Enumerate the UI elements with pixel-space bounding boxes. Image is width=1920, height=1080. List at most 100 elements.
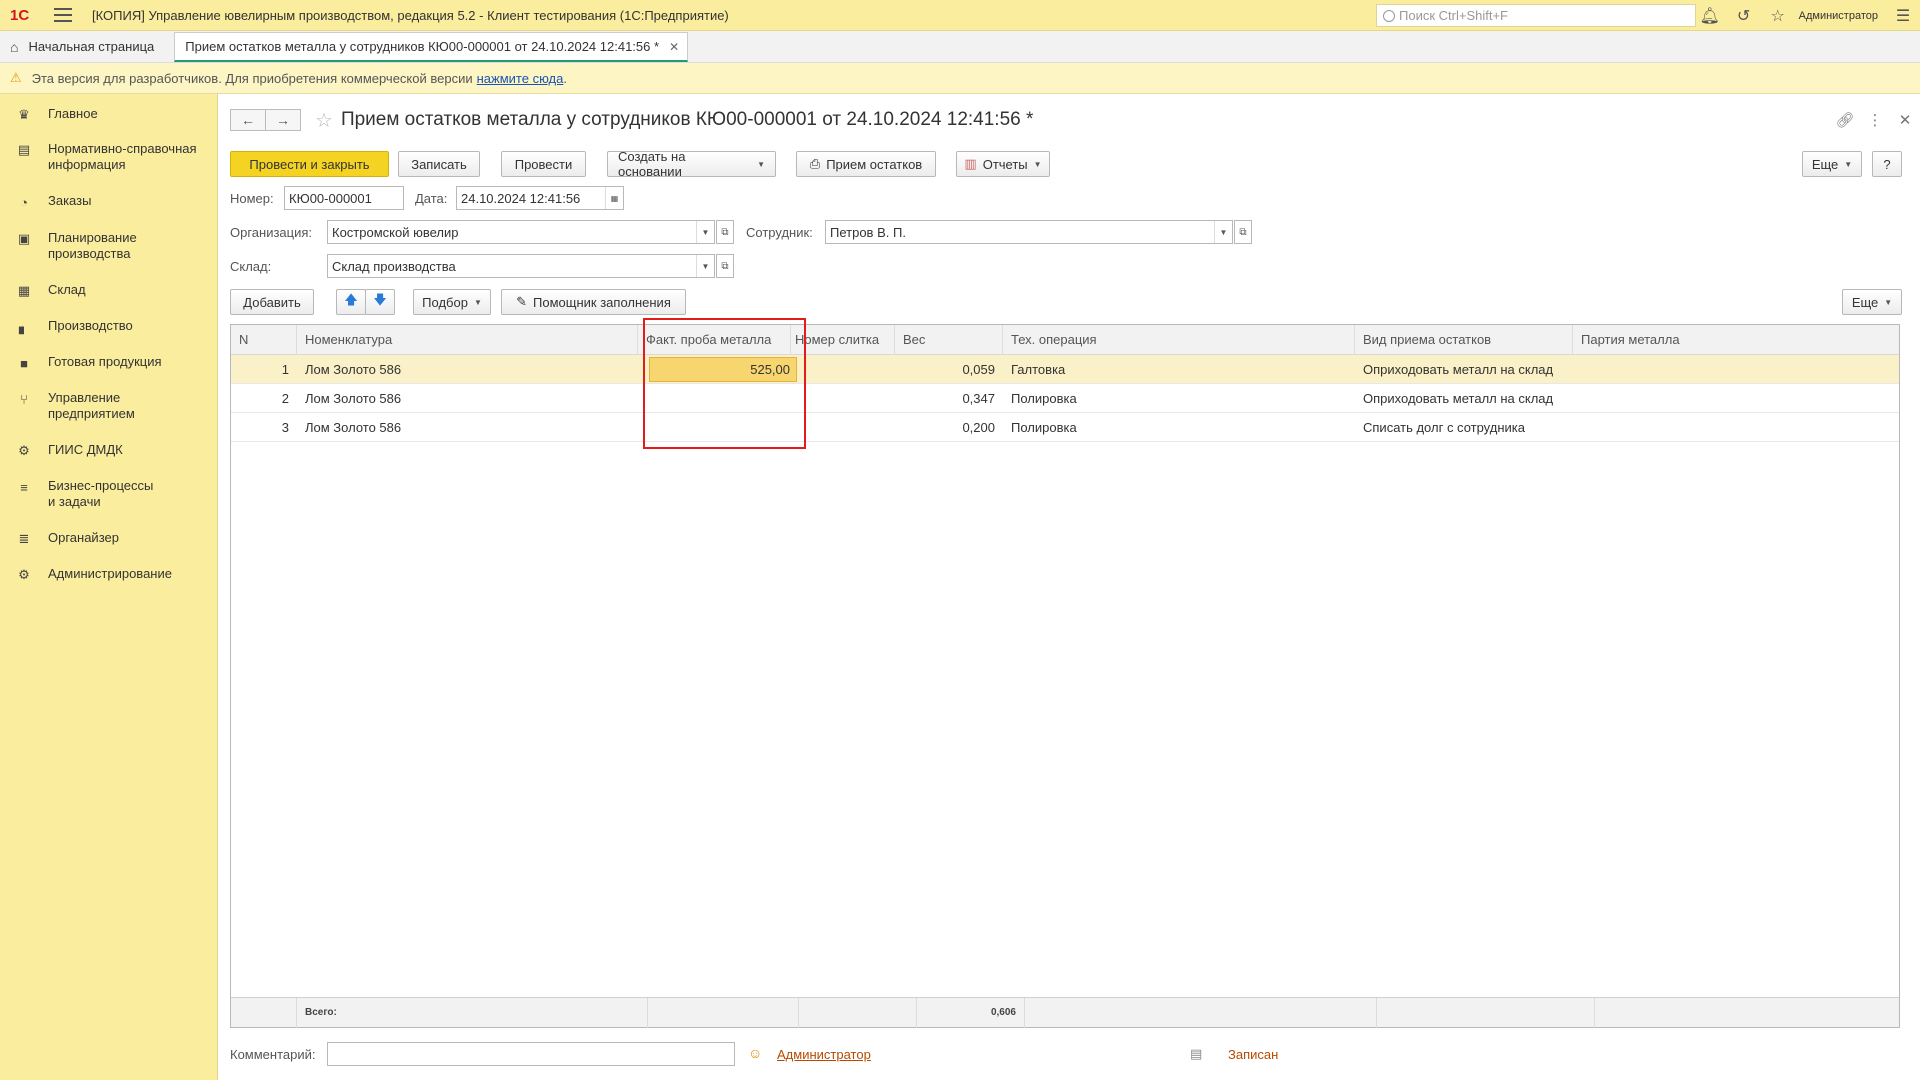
cell-item[interactable]: Лом Золото 586 bbox=[297, 413, 638, 442]
cell-kind[interactable]: Списать долг с сотрудника bbox=[1355, 413, 1573, 442]
cell-batch[interactable] bbox=[1573, 355, 1899, 384]
receipt-print-button[interactable]: ⎙ Прием остатков bbox=[796, 151, 936, 177]
cell-item[interactable]: Лом Золото 586 bbox=[297, 384, 638, 413]
comment-field[interactable] bbox=[327, 1042, 735, 1066]
employee-field[interactable]: Петров В. П. ▼ bbox=[825, 220, 1233, 244]
cell-operation[interactable]: Галтовка bbox=[1003, 355, 1355, 384]
fill-helper-button[interactable]: ✎ Помощник заполнения bbox=[501, 289, 686, 315]
sidebar-item-label: Бизнес-процессы и задачи bbox=[48, 478, 154, 509]
author-link[interactable]: Администратор bbox=[777, 1047, 871, 1062]
help-button[interactable]: ? bbox=[1872, 151, 1902, 177]
close-icon[interactable]: ✕ bbox=[1890, 111, 1920, 129]
sidebar-item-orders[interactable]: ◔ Заказы bbox=[0, 193, 218, 210]
tabs-bar: ⌂ Начальная страница Прием остатков мета… bbox=[0, 31, 1920, 63]
more-button[interactable]: Еще ▼ bbox=[1802, 151, 1862, 177]
tab-document[interactable]: Прием остатков металла у сотрудников КЮ0… bbox=[174, 32, 689, 62]
sidebar-item-label: Нормативно-справочная информация bbox=[48, 141, 197, 172]
col-item[interactable]: Номенклатура bbox=[297, 325, 638, 355]
forward-arrow-icon[interactable]: → bbox=[265, 109, 301, 131]
organization-field[interactable]: Костромской ювелир ▼ bbox=[327, 220, 715, 244]
col-operation[interactable]: Тех. операция bbox=[1003, 325, 1355, 355]
current-user[interactable]: Администратор bbox=[1799, 10, 1878, 22]
sidebar-item-label: Управление предприятием bbox=[48, 390, 135, 421]
sidebar-item-reference[interactable]: ▤ Нормативно-справочная информация bbox=[0, 141, 218, 173]
cell-operation[interactable]: Полировка bbox=[1003, 384, 1355, 413]
gear-icon: ⚙ bbox=[18, 567, 30, 582]
cell-weight[interactable]: 0,200 bbox=[895, 413, 1003, 442]
sidebar-item-warehouse[interactable]: ▦ Склад bbox=[0, 282, 218, 299]
move-down-icon[interactable]: 🡇︎ bbox=[365, 289, 395, 315]
status-text: Записан bbox=[1228, 1047, 1279, 1062]
menu-icon[interactable] bbox=[54, 8, 72, 22]
date-field[interactable]: 24.10.2024 12:41:56 ▦ bbox=[456, 186, 624, 210]
col-n[interactable]: N bbox=[231, 325, 297, 355]
cell-weight[interactable]: 0,059 bbox=[895, 355, 1003, 384]
move-up-icon[interactable]: 🡅︎ bbox=[336, 289, 366, 315]
col-ingot[interactable]: Номер слитка bbox=[791, 325, 895, 355]
bell-icon[interactable]: 🔔︎ bbox=[1693, 0, 1727, 31]
banner-text: Эта версия для разработчиков. Для приобр… bbox=[31, 70, 473, 86]
warehouse-field[interactable]: Склад производства ▼ bbox=[327, 254, 715, 278]
search-input[interactable]: Поиск Ctrl+Shift+F bbox=[1376, 4, 1696, 27]
sidebar-item-label: Заказы bbox=[48, 193, 92, 208]
cell-ingot[interactable] bbox=[791, 384, 895, 413]
settings-funnel-icon[interactable]: ☰ bbox=[1886, 0, 1920, 31]
save-button[interactable]: Записать bbox=[398, 151, 480, 177]
dropdown-icon[interactable]: ▼ bbox=[1214, 221, 1232, 243]
tab-document-label: Прием остатков металла у сотрудников КЮ0… bbox=[185, 39, 660, 54]
post-button[interactable]: Провести bbox=[501, 151, 586, 177]
table-row[interactable]: 3 Лом Золото 586 0,200 Полировка Списать… bbox=[231, 413, 1899, 442]
more-vertical-icon[interactable]: ⋮ bbox=[1860, 111, 1890, 129]
open-warehouse-icon[interactable]: ⧉ bbox=[716, 254, 734, 278]
pick-button[interactable]: Подбор ▼ bbox=[413, 289, 491, 315]
cell-ingot[interactable] bbox=[791, 355, 895, 384]
cell-kind[interactable]: Оприходовать металл на склад bbox=[1355, 384, 1573, 413]
sidebar-item-finished[interactable]: ■ Готовая продукция bbox=[0, 354, 218, 371]
reports-button[interactable]: ▥ Отчеты ▼ bbox=[956, 151, 1050, 177]
sidebar-item-main[interactable]: ♛ Главное bbox=[0, 106, 218, 123]
history-icon[interactable]: ↺ bbox=[1727, 0, 1761, 31]
cell-kind[interactable]: Оприходовать металл на склад bbox=[1355, 355, 1573, 384]
table-row[interactable]: 2 Лом Золото 586 0,347 Полировка Оприход… bbox=[231, 384, 1899, 413]
favorites-star-icon[interactable]: ☆ bbox=[1761, 0, 1795, 31]
cell-batch[interactable] bbox=[1573, 413, 1899, 442]
cell-weight[interactable]: 0,347 bbox=[895, 384, 1003, 413]
sidebar-item-planning[interactable]: ▣ Планирование производства bbox=[0, 230, 218, 262]
table-row[interactable]: 1 Лом Золото 586 525,00 0,059 Галтовка О… bbox=[231, 355, 1899, 384]
sidebar-item-organizer[interactable]: ≣ Органайзер bbox=[0, 530, 218, 547]
dropdown-icon[interactable]: ▼ bbox=[696, 255, 714, 277]
open-org-icon[interactable]: ⧉ bbox=[716, 220, 734, 244]
title-bar: 1С [КОПИЯ] Управление ювелирным производ… bbox=[0, 0, 1920, 31]
sidebar-item-enterprise[interactable]: ⑂ Управление предприятием bbox=[0, 390, 218, 422]
number-field[interactable]: КЮ00-000001 bbox=[284, 186, 404, 210]
sidebar-item-giis[interactable]: ⚙ ГИИС ДМДК bbox=[0, 442, 218, 459]
open-employee-icon[interactable]: ⧉ bbox=[1234, 220, 1252, 244]
add-row-button[interactable]: Добавить bbox=[230, 289, 314, 315]
calendar-icon[interactable]: ▦ bbox=[605, 187, 623, 209]
cell-operation[interactable]: Полировка bbox=[1003, 413, 1355, 442]
create-based-on-button[interactable]: Создать на основании ▼ bbox=[607, 149, 776, 179]
sliders-icon: ≣ bbox=[18, 531, 30, 546]
buy-link[interactable]: нажмите сюда bbox=[477, 71, 564, 86]
dropdown-icon[interactable]: ▼ bbox=[696, 221, 714, 243]
sidebar: ♛ Главное ▤ Нормативно-справочная информац… bbox=[0, 94, 218, 1080]
cell-n: 1 bbox=[281, 362, 289, 377]
close-tab-icon[interactable]: ✕ bbox=[669, 40, 679, 54]
col-kind[interactable]: Вид приема остатков bbox=[1355, 325, 1573, 355]
post-and-close-button[interactable]: Провести и закрыть bbox=[230, 151, 389, 177]
footer-blank bbox=[1025, 998, 1377, 1028]
col-batch[interactable]: Партия металла bbox=[1573, 325, 1899, 355]
sidebar-item-admin[interactable]: ⚙ Администрирование bbox=[0, 566, 218, 583]
link-icon[interactable]: 🔗︎ bbox=[1830, 111, 1860, 129]
col-weight[interactable]: Вес bbox=[895, 325, 1003, 355]
favorite-star-icon[interactable]: ☆ bbox=[315, 108, 333, 133]
sidebar-item-production[interactable]: ▖ Производство bbox=[0, 318, 218, 335]
tab-home[interactable]: ⌂ Начальная страница bbox=[0, 31, 170, 62]
back-arrow-icon[interactable]: ← bbox=[230, 109, 266, 131]
sidebar-item-bp[interactable]: ≡ Бизнес-процессы и задачи bbox=[0, 478, 218, 510]
table-more-button[interactable]: Еще ▼ bbox=[1842, 289, 1902, 315]
cell-batch[interactable] bbox=[1573, 384, 1899, 413]
cell-item[interactable]: Лом Золото 586 bbox=[297, 355, 638, 384]
printer-icon: ⎙ bbox=[809, 156, 821, 171]
cell-ingot[interactable] bbox=[791, 413, 895, 442]
